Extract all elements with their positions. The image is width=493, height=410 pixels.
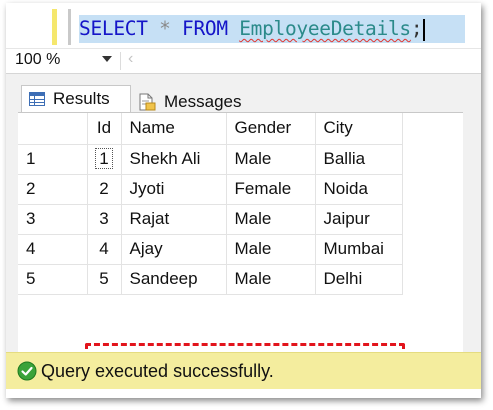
sql-statement[interactable]: SELECT * FROM EmployeeDetails; bbox=[79, 15, 465, 43]
cell-id-value: 1 bbox=[95, 148, 113, 169]
column-header-gender[interactable]: Gender bbox=[226, 113, 316, 145]
cell-id[interactable]: 3 bbox=[87, 204, 122, 235]
query-window: SELECT * FROM EmployeeDetails; 100 % ‹ R… bbox=[6, 3, 481, 398]
zoom-level[interactable]: 100 % bbox=[15, 51, 60, 69]
cell-name[interactable]: Rajat bbox=[121, 204, 227, 235]
results-pane: Results Messages Id Name Gender City 1 1… bbox=[6, 73, 481, 378]
cell-city[interactable]: Delhi bbox=[315, 264, 403, 295]
cell-gender[interactable]: Male bbox=[226, 264, 316, 295]
cell-city[interactable]: Jaipur bbox=[315, 204, 403, 235]
cell-id[interactable]: 2 bbox=[87, 174, 122, 205]
keyword-from: FROM bbox=[182, 17, 228, 40]
cell-city[interactable]: Noida bbox=[315, 174, 403, 205]
tab-results-label: Results bbox=[53, 89, 110, 108]
cell-name[interactable]: Sandeep bbox=[121, 264, 227, 295]
cell-gender[interactable]: Male bbox=[226, 144, 316, 175]
table-row: 5 5 Sandeep Male Delhi bbox=[18, 264, 403, 295]
cell-city[interactable]: Mumbai bbox=[315, 234, 403, 265]
cell-id[interactable]: 4 bbox=[87, 234, 122, 265]
chevron-down-icon[interactable] bbox=[102, 56, 112, 62]
header-row: Id Name Gender City bbox=[18, 113, 403, 145]
table-row: 1 1 Shekh Ali Male Ballia bbox=[18, 144, 403, 175]
corner-cell[interactable] bbox=[18, 113, 88, 145]
table-row: 4 4 Ajay Male Mumbai bbox=[18, 234, 403, 265]
cell-name[interactable]: Jyoti bbox=[121, 174, 227, 205]
query-editor[interactable]: SELECT * FROM EmployeeDetails; bbox=[6, 3, 481, 48]
status-bar: Query executed successfully. bbox=[6, 352, 481, 389]
table-row: 3 3 Rajat Male Jaipur bbox=[18, 204, 403, 235]
cell-gender[interactable]: Female bbox=[226, 174, 316, 205]
cell-city[interactable]: Ballia bbox=[315, 144, 403, 175]
zoom-bar: 100 % ‹ bbox=[6, 48, 481, 73]
cell-gender[interactable]: Male bbox=[226, 204, 316, 235]
semicolon-token: ; bbox=[410, 17, 423, 40]
scroll-left-icon[interactable]: ‹ bbox=[128, 50, 133, 68]
tab-messages-label: Messages bbox=[164, 91, 242, 111]
tab-messages[interactable]: Messages bbox=[134, 88, 259, 115]
tab-results[interactable]: Results bbox=[21, 85, 131, 112]
cell-id[interactable]: 5 bbox=[87, 264, 122, 295]
cell-gender[interactable]: Male bbox=[226, 234, 316, 265]
table-name-token: EmployeeDetails bbox=[239, 17, 411, 40]
row-number[interactable]: 3 bbox=[18, 204, 88, 235]
table-row: 2 2 Jyoti Female Noida bbox=[18, 174, 403, 205]
cell-id[interactable]: 1 bbox=[87, 144, 122, 175]
row-number[interactable]: 4 bbox=[18, 234, 88, 265]
divider bbox=[120, 52, 121, 70]
status-message: Query executed successfully. bbox=[41, 360, 274, 381]
row-number[interactable]: 5 bbox=[18, 264, 88, 295]
success-check-icon bbox=[17, 361, 37, 381]
messages-icon bbox=[139, 93, 156, 110]
star-token: * bbox=[159, 17, 171, 40]
cell-name[interactable]: Shekh Ali bbox=[121, 144, 227, 175]
results-table: Id Name Gender City 1 1 Shekh Ali Male B… bbox=[18, 113, 403, 295]
row-number[interactable]: 2 bbox=[18, 174, 88, 205]
results-grid: Id Name Gender City 1 1 Shekh Ali Male B… bbox=[18, 112, 463, 378]
grid-icon bbox=[29, 92, 45, 106]
column-header-id[interactable]: Id bbox=[87, 113, 122, 145]
column-header-city[interactable]: City bbox=[315, 113, 403, 145]
column-header-name[interactable]: Name bbox=[121, 113, 227, 145]
change-indicator bbox=[52, 9, 57, 45]
text-cursor bbox=[423, 18, 425, 41]
keyword-select: SELECT bbox=[79, 17, 148, 40]
editor-gutter bbox=[68, 9, 71, 45]
row-number[interactable]: 1 bbox=[18, 144, 88, 175]
cell-name[interactable]: Ajay bbox=[121, 234, 227, 265]
